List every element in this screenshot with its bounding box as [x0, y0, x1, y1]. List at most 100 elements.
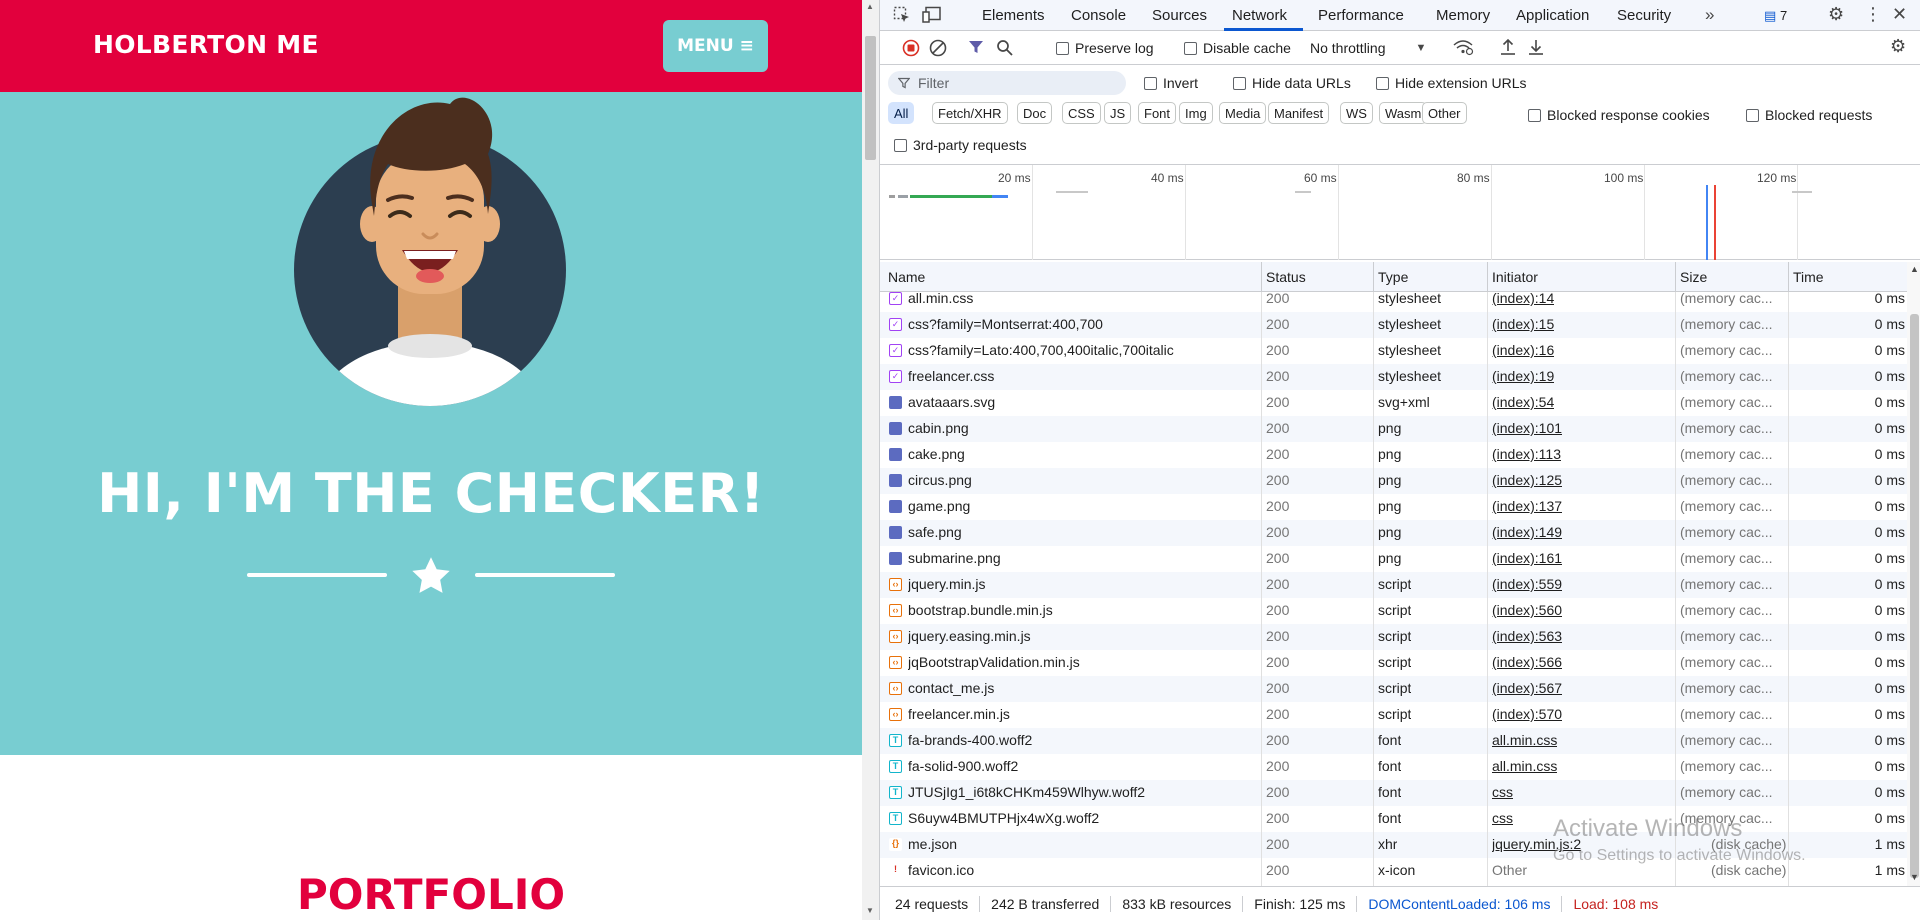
request-initiator[interactable]: (index):19 [1492, 368, 1554, 384]
column-divider[interactable] [1261, 262, 1262, 292]
request-row[interactable]: ‹› contact_me.js 200 script (index):567 (memo… [880, 676, 1907, 702]
request-initiator[interactable]: (index):566 [1492, 654, 1562, 670]
column-status[interactable]: Status [1266, 269, 1306, 285]
requests-scrollbar[interactable]: ▲ ▼ [1907, 262, 1920, 886]
hide-data-urls-checkbox[interactable]: Hide data URLs [1233, 75, 1351, 91]
request-initiator[interactable]: all.min.css [1492, 758, 1557, 774]
tab-application[interactable]: Application [1516, 7, 1589, 24]
search-icon[interactable] [996, 39, 1013, 60]
export-har-icon[interactable] [1528, 38, 1544, 60]
blocked-response-cookies-checkbox[interactable]: Blocked response cookies [1528, 107, 1710, 123]
scroll-down-arrow[interactable]: ▼ [866, 906, 874, 915]
request-row[interactable]: ✓ css?family=Lato:400,700,400italic,700it… [880, 338, 1907, 364]
request-row[interactable]: {} me.json 200 xhr jquery.min.js:2 (disk cach… [880, 832, 1907, 858]
type-filter-css[interactable]: CSS [1062, 102, 1101, 124]
type-filter-js[interactable]: JS [1104, 102, 1132, 124]
column-divider[interactable] [1487, 262, 1488, 292]
column-divider[interactable] [1675, 262, 1676, 292]
request-initiator[interactable]: (index):125 [1492, 472, 1562, 488]
disable-cache-checkbox[interactable]: Disable cache [1184, 40, 1291, 56]
tab-elements[interactable]: Elements [982, 7, 1045, 24]
scroll-down-arrow[interactable]: ▼ [1910, 872, 1919, 882]
request-row[interactable]: cabin.png 200 png (index):101 (memory cac...… [880, 416, 1907, 442]
type-filter-ws[interactable]: WS [1340, 102, 1373, 124]
type-filter-img[interactable]: Img [1179, 102, 1213, 124]
scroll-up-arrow[interactable]: ▲ [1910, 264, 1919, 274]
request-initiator[interactable]: (index):559 [1492, 576, 1562, 592]
request-row[interactable]: ‹› jquery.min.js 200 script (index):559 (memo… [880, 572, 1907, 598]
request-row[interactable]: submarine.png 200 png (index):161 (memory ca… [880, 546, 1907, 572]
type-filter-wasm[interactable]: Wasm [1379, 102, 1428, 124]
request-initiator[interactable]: (index):560 [1492, 602, 1562, 618]
hide-extension-urls-checkbox[interactable]: Hide extension URLs [1376, 75, 1527, 91]
checkbox-box[interactable] [1233, 76, 1246, 90]
tab-security[interactable]: Security [1617, 7, 1671, 24]
menu-button[interactable]: MENU ≡ [663, 20, 768, 72]
request-row[interactable]: T JTUSjIg1_i6t8kCHKm459Wlhyw.woff2 200 font… [880, 780, 1907, 806]
type-filter-font[interactable]: Font [1138, 102, 1177, 124]
request-initiator[interactable]: (index):54 [1492, 394, 1554, 410]
request-row[interactable]: ! favicon.ico 200 x-icon Other (disk cache) 1 … [880, 858, 1907, 884]
type-filter-manifest[interactable]: Manifest [1268, 102, 1330, 124]
column-name[interactable]: Name [888, 269, 925, 285]
throttling-select[interactable]: No throttling ▼ [1310, 40, 1426, 56]
column-time[interactable]: Time [1793, 269, 1824, 285]
filter-input[interactable]: Filter [888, 71, 1126, 95]
import-har-icon[interactable] [1500, 38, 1516, 60]
tab-sources[interactable]: Sources [1152, 7, 1207, 24]
request-row[interactable]: Tfa-brands-400.woff2 200 font all.min.css (m… [880, 728, 1907, 754]
scroll-up-arrow[interactable]: ▲ [866, 2, 874, 11]
request-row[interactable]: game.png 200 png (index):137 (memory cac... 0… [880, 494, 1907, 520]
network-settings-icon[interactable]: ⚙ [1890, 36, 1906, 57]
request-initiator[interactable]: (index):149 [1492, 524, 1562, 540]
request-initiator[interactable]: (index):567 [1492, 680, 1562, 696]
request-row[interactable]: ‹› bootstrap.bundle.min.js 200 script (index… [880, 598, 1907, 624]
request-row[interactable]: ✓ css?family=Montserrat:400,700 200 stylesh… [880, 312, 1907, 338]
request-row[interactable]: cake.png 200 png (index):113 (memory cac... 0… [880, 442, 1907, 468]
request-row[interactable]: ‹› jquery.easing.min.js 200 script (index):5… [880, 624, 1907, 650]
request-initiator[interactable]: (index):113 [1492, 446, 1561, 462]
site-brand[interactable]: HOLBERTON ME [93, 30, 319, 59]
request-row[interactable]: ‹› jqBootstrapValidation.min.js 200 script (… [880, 650, 1907, 676]
request-initiator[interactable]: (index):137 [1492, 498, 1562, 514]
request-initiator[interactable]: (index):15 [1492, 316, 1554, 332]
checkbox-box[interactable] [1056, 41, 1069, 55]
stop-recording-icon[interactable] [902, 39, 920, 61]
request-initiator[interactable]: (index):161 [1492, 550, 1562, 566]
filter-icon[interactable] [968, 39, 984, 59]
checkbox-box[interactable] [1144, 76, 1157, 90]
request-row[interactable]: ✓ all.min.css 200 stylesheet (index):14 (memo… [880, 292, 1907, 312]
site-scroll-thumb[interactable] [865, 36, 876, 160]
request-initiator[interactable]: css [1492, 784, 1513, 800]
request-initiator[interactable]: (index):16 [1492, 342, 1554, 358]
column-initiator[interactable]: Initiator [1492, 269, 1538, 285]
network-conditions-icon[interactable] [1452, 38, 1474, 60]
site-scrollbar[interactable]: ▲ ▼ [862, 0, 879, 920]
requests-scroll-thumb[interactable] [1910, 314, 1919, 878]
request-initiator[interactable]: jquery.min.js:2 [1492, 836, 1581, 852]
request-row[interactable]: ‹› freelancer.min.js 200 script (index):570 (… [880, 702, 1907, 728]
third-party-checkbox[interactable]: 3rd-party requests [894, 137, 1027, 153]
close-devtools-icon[interactable]: ✕ [1892, 4, 1907, 25]
preserve-log-checkbox[interactable]: Preserve log [1056, 40, 1154, 56]
type-filter-doc[interactable]: Doc [1017, 102, 1053, 124]
request-row[interactable]: ✓ freelancer.css 200 stylesheet (index):19 (m… [880, 364, 1907, 390]
request-initiator[interactable]: (index):563 [1492, 628, 1562, 644]
request-row[interactable]: T S6uyw4BMUTPHjx4wXg.woff2 200 font css (memo… [880, 806, 1907, 832]
settings-gear-icon[interactable]: ⚙ [1828, 4, 1844, 25]
timeline-overview[interactable]: 20 ms 40 ms 60 ms 80 ms 100 ms 120 ms [880, 165, 1920, 260]
device-toolbar-icon[interactable] [922, 6, 942, 28]
column-divider[interactable] [1788, 262, 1789, 292]
request-initiator[interactable]: (index):570 [1492, 706, 1562, 722]
more-tabs-icon[interactable]: » [1705, 5, 1714, 25]
tab-console[interactable]: Console [1071, 7, 1126, 24]
column-type[interactable]: Type [1378, 269, 1408, 285]
checkbox-box[interactable] [1746, 108, 1759, 122]
request-row[interactable]: Tfa-solid-900.woff2 200 font all.min.css (me… [880, 754, 1907, 780]
tab-memory[interactable]: Memory [1436, 7, 1490, 24]
request-row[interactable]: safe.png 200 png (index):149 (memory cac... 0… [880, 520, 1907, 546]
inspect-element-icon[interactable] [893, 6, 911, 28]
checkbox-box[interactable] [1376, 76, 1389, 90]
clear-icon[interactable] [929, 39, 947, 61]
request-row[interactable]: circus.png 200 png (index):125 (memory cac..… [880, 468, 1907, 494]
